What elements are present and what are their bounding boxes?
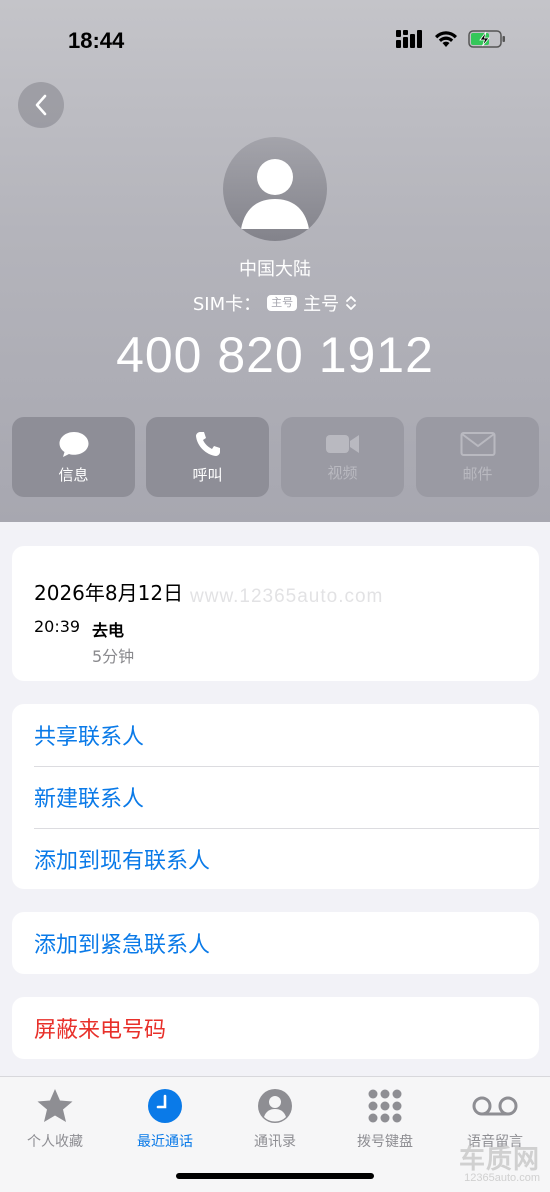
status-time: 18:44 <box>68 28 125 53</box>
sim-value: 主号 <box>303 294 340 315</box>
battery-charging-icon <box>468 30 505 48</box>
tab-favorites-label: 个人收藏 <box>27 1134 83 1150</box>
emergency-card: 添加到紧急联系人 <box>12 912 539 974</box>
call-type: 去电 <box>92 621 125 640</box>
tab-keypad[interactable]: 拨号键盘 <box>340 1087 430 1151</box>
block-card: 屏蔽来电号码 <box>12 997 539 1059</box>
tab-contacts-label: 通讯录 <box>254 1134 296 1150</box>
chevron-left-icon <box>35 94 47 116</box>
video-button-label: 视频 <box>327 463 358 482</box>
watermark: www.12365auto.com <box>190 586 384 607</box>
phone-number: 400 820 1912 <box>116 327 434 383</box>
brand-watermark: 车质网 12365auto.com <box>459 1146 540 1185</box>
brand-url: 12365auto.com <box>464 1172 540 1184</box>
status-icons <box>396 30 506 48</box>
status-bar: 18:44 <box>0 0 550 80</box>
back-button[interactable] <box>18 82 64 128</box>
contact-avatar <box>223 137 327 241</box>
call-duration: 5分钟 <box>92 647 135 666</box>
sim-label: SIM卡： <box>192 294 262 315</box>
star-icon <box>37 1089 73 1122</box>
tab-voicemail[interactable]: 语音留言 <box>450 1087 540 1151</box>
person-silhouette-icon <box>241 159 309 229</box>
clock-icon <box>148 1089 182 1123</box>
contacts-icon <box>258 1089 292 1123</box>
block-caller-button[interactable]: 屏蔽来电号码 <box>34 997 539 1059</box>
cellular-signal-icon <box>396 30 422 48</box>
message-icon <box>59 431 88 457</box>
message-button-label: 信息 <box>58 465 89 484</box>
tab-recents-label: 最近通话 <box>137 1134 193 1150</box>
add-to-existing-contact-button[interactable]: 添加到现有联系人 <box>34 828 539 890</box>
brand-name: 车质网 <box>458 1144 540 1174</box>
call-button-label: 呼叫 <box>192 465 223 484</box>
mail-button[interactable]: 邮件 <box>416 417 539 497</box>
wifi-icon <box>435 31 457 47</box>
tab-recents[interactable]: 最近通话 <box>120 1087 210 1151</box>
call-log-card: 2026年8月12日 20:39 去电 5分钟 <box>12 546 539 681</box>
chevron-up-down-icon <box>346 296 357 310</box>
voicemail-icon <box>472 1096 518 1116</box>
call-time: 20:39 <box>34 617 81 636</box>
contact-actions-card: 共享联系人 新建联系人 添加到现有联系人 <box>12 704 539 889</box>
tab-keypad-label: 拨号键盘 <box>357 1134 413 1150</box>
new-contact-button[interactable]: 新建联系人 <box>34 766 539 828</box>
video-icon <box>325 434 359 453</box>
tab-contacts[interactable]: 通讯录 <box>230 1087 320 1151</box>
message-button[interactable]: 信息 <box>12 417 135 497</box>
mail-button-label: 邮件 <box>462 464 493 483</box>
call-button[interactable]: 呼叫 <box>146 417 269 497</box>
mail-icon <box>460 431 495 456</box>
add-emergency-contact-button[interactable]: 添加到紧急联系人 <box>34 912 539 974</box>
sim-selector[interactable]: SIM卡： 主号 主号 <box>0 290 550 316</box>
home-indicator <box>176 1173 374 1179</box>
keypad-icon <box>368 1089 402 1123</box>
sim-badge: 主号 <box>267 295 298 311</box>
share-contact-button[interactable]: 共享联系人 <box>34 704 539 766</box>
video-button[interactable]: 视频 <box>281 417 404 497</box>
tab-favorites[interactable]: 个人收藏 <box>10 1087 100 1151</box>
contact-region: 中国大陆 <box>239 259 311 280</box>
phone-icon <box>195 431 220 456</box>
call-date: 2026年8月12日 <box>34 581 184 605</box>
contact-header: 18:44 中国大陆 SIM卡： 主号 主号 400 820 1912 信息 呼… <box>0 0 550 522</box>
